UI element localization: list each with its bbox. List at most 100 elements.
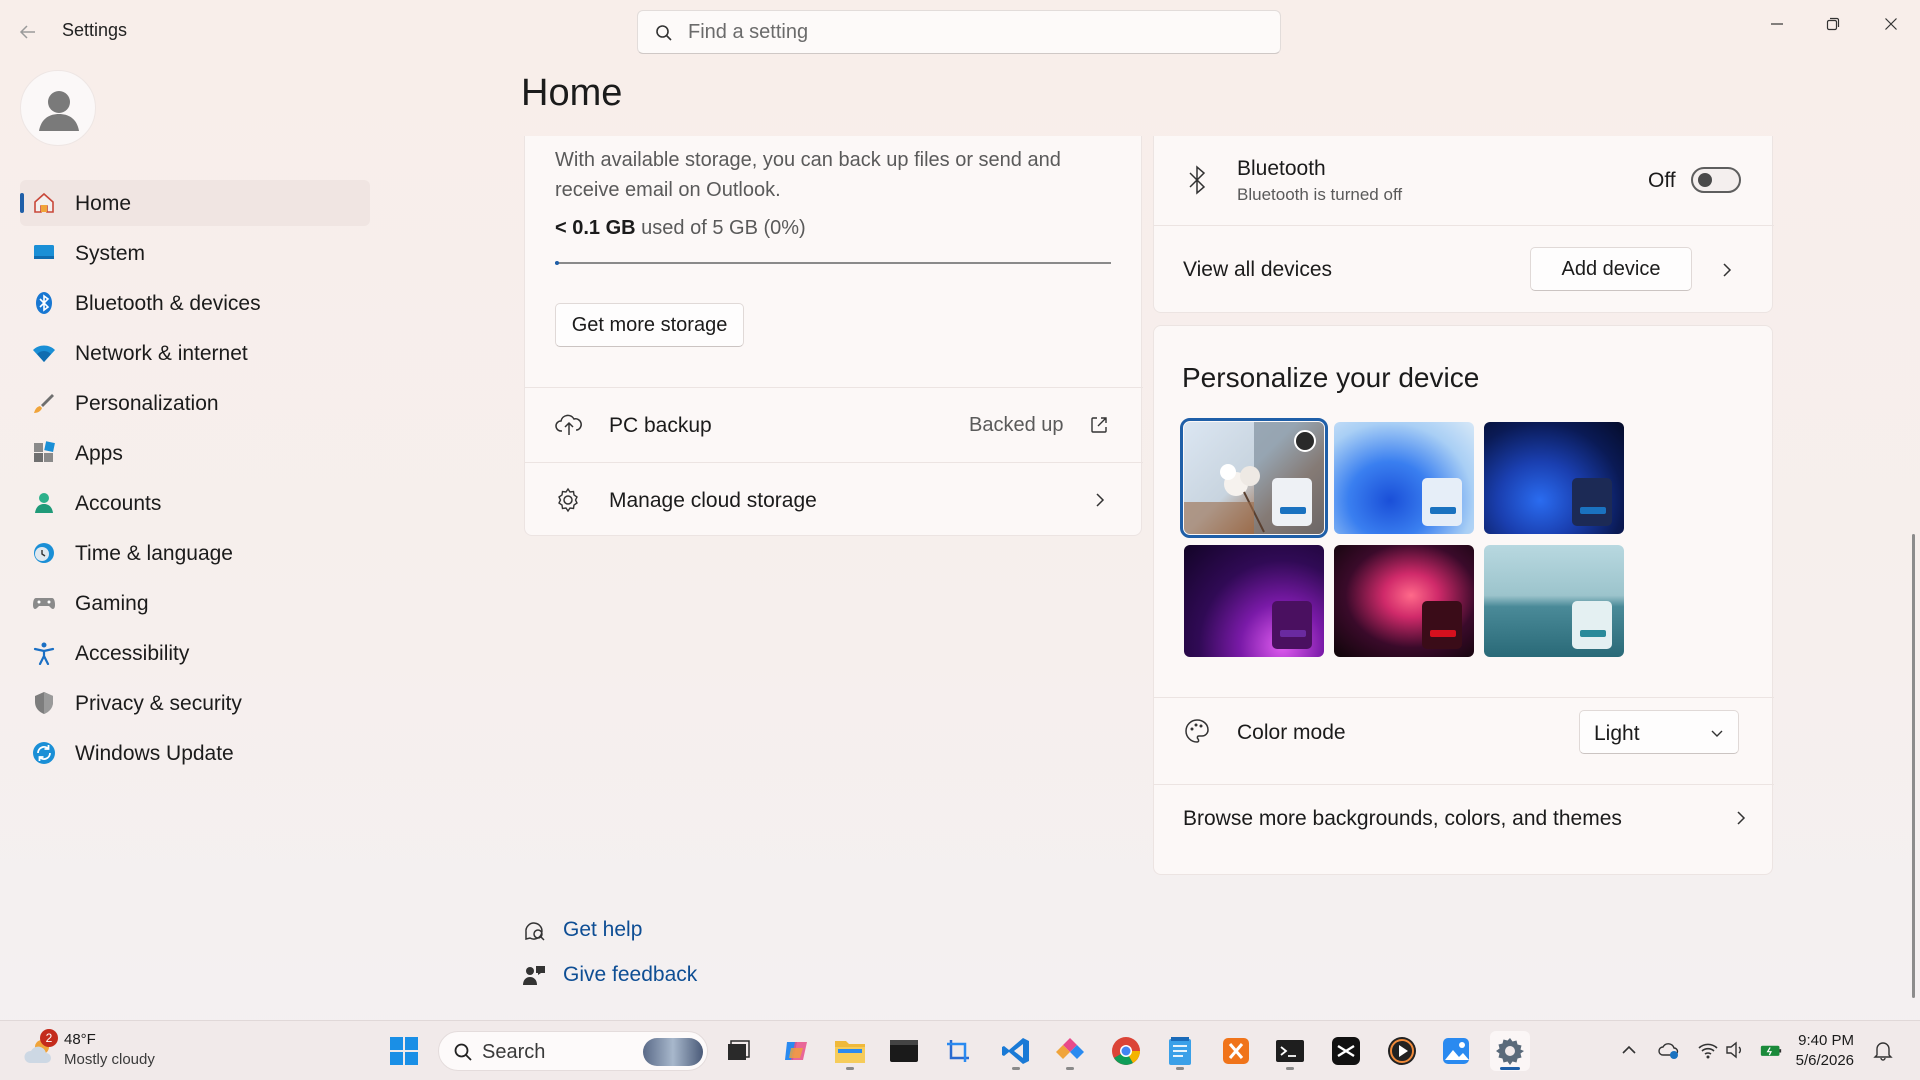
divider — [1154, 697, 1774, 698]
taskbar-media-player[interactable] — [1382, 1031, 1422, 1071]
minimize-button[interactable] — [1754, 6, 1800, 42]
bluetooth-subtitle: Bluetooth is turned off — [1237, 185, 1403, 204]
taskbar-app-diamond[interactable] — [1050, 1031, 1090, 1071]
taskbar-terminal-app[interactable] — [884, 1031, 924, 1071]
storage-progress-fill — [555, 261, 560, 265]
theme-preview-chip — [1572, 478, 1612, 526]
copilot-icon — [785, 1042, 807, 1060]
browse-themes-row[interactable]: Browse more backgrounds, colors, and the… — [1154, 785, 1774, 873]
taskbar-chrome[interactable] — [1106, 1031, 1146, 1071]
taskbar-command-prompt[interactable] — [1270, 1031, 1310, 1071]
theme-preview-chip — [1272, 601, 1312, 649]
taskbar-clock[interactable]: 9:40 PM 5/6/2026 — [1796, 1031, 1854, 1071]
color-mode-select[interactable]: Light — [1579, 710, 1739, 754]
content-scroll-area[interactable]: With available storage, you can back up … — [500, 136, 1800, 896]
vscode-icon — [1002, 1038, 1029, 1064]
get-help-link[interactable]: Get help — [563, 918, 642, 942]
theme-bloom-light[interactable] — [1334, 422, 1474, 534]
sidebar-item-label: System — [75, 242, 146, 265]
storage-progress-bar — [555, 261, 1111, 265]
snipping-icon — [947, 1040, 969, 1062]
settings-search[interactable] — [637, 10, 1281, 54]
sidebar-item-label: Personalization — [75, 392, 219, 415]
folder-icon — [835, 1041, 865, 1063]
sidebar-item-time-language[interactable]: Time & language — [20, 530, 370, 576]
get-more-storage-button[interactable]: Get more storage — [555, 303, 744, 347]
chevron-up-icon[interactable] — [1618, 1039, 1640, 1061]
theme-bloom-dark[interactable] — [1484, 422, 1624, 534]
search-input[interactable] — [688, 17, 1258, 47]
notification-bell-icon[interactable] — [1872, 1039, 1894, 1061]
manage-cloud-storage-label: Manage cloud storage — [609, 489, 817, 512]
weather-temp: 48°F — [64, 1031, 96, 1048]
restore-button[interactable] — [1810, 6, 1856, 42]
sidebar-item-personalization[interactable]: Personalization — [20, 380, 370, 426]
running-indicator — [1012, 1067, 1020, 1070]
search-icon — [454, 1043, 472, 1061]
wifi-icon — [33, 345, 55, 362]
taskbar-photos[interactable] — [1436, 1031, 1476, 1071]
sidebar-item-system[interactable]: System — [20, 230, 370, 276]
taskbar-file-explorer[interactable] — [830, 1031, 870, 1071]
sidebar-item-accounts[interactable]: Accounts — [20, 480, 370, 526]
clock-time: 9:40 PM — [1798, 1032, 1854, 1049]
theme-glow[interactable] — [1184, 545, 1324, 657]
taskbar-snipping-tool[interactable] — [940, 1031, 980, 1071]
sidebar-item-home[interactable]: Home — [20, 180, 370, 226]
sidebar-item-bluetooth[interactable]: Bluetooth & devices — [20, 280, 370, 326]
sidebar-item-label: Privacy & security — [75, 692, 242, 715]
close-button[interactable] — [1868, 6, 1914, 42]
sidebar-item-privacy[interactable]: Privacy & security — [20, 680, 370, 726]
taskbar-notepad[interactable] — [1160, 1031, 1200, 1071]
onedrive-icon[interactable] — [1658, 1039, 1680, 1061]
storage-used-suffix: used of 5 GB (0%) — [641, 217, 806, 239]
sidebar-item-label: Time & language — [75, 542, 233, 565]
running-indicator — [1286, 1067, 1294, 1070]
storage-usage: < 0.1 GB used of 5 GB (0%) — [555, 217, 806, 240]
sidebar-item-label: Network & internet — [75, 342, 248, 365]
sidebar-item-apps[interactable]: Apps — [20, 430, 370, 476]
give-feedback-link[interactable]: Give feedback — [563, 963, 697, 987]
manage-cloud-storage-row[interactable]: Manage cloud storage — [525, 463, 1143, 537]
sidebar-item-accessibility[interactable]: Accessibility — [20, 630, 370, 676]
pc-backup-label: PC backup — [609, 414, 712, 437]
pc-backup-row[interactable]: PC backup Backed up — [525, 388, 1143, 462]
taskbar-xampp[interactable] — [1216, 1031, 1256, 1071]
taskbar-settings[interactable] — [1490, 1031, 1530, 1071]
battery-charging-icon[interactable] — [1760, 1039, 1782, 1061]
start-button[interactable] — [384, 1031, 424, 1071]
view-all-devices-row[interactable]: View all devices Add device — [1154, 226, 1774, 314]
sidebar-item-windows-update[interactable]: Windows Update — [20, 730, 370, 776]
weather-widget[interactable]: 2 48°F Mostly cloudy — [22, 1029, 172, 1073]
search-icon — [656, 25, 672, 41]
sidebar-item-label: Accessibility — [75, 642, 190, 665]
back-button[interactable] — [18, 18, 44, 44]
bluetooth-toggle[interactable] — [1691, 167, 1741, 193]
taskbar-search[interactable]: Search — [438, 1031, 708, 1071]
theme-cotton[interactable] — [1180, 418, 1328, 538]
sidebar-item-label: Home — [75, 192, 132, 215]
theme-preview-chip — [1422, 601, 1462, 649]
sidebar-item-network[interactable]: Network & internet — [20, 330, 370, 376]
volume-icon[interactable] — [1724, 1039, 1746, 1061]
page-title: Home — [521, 72, 623, 114]
chevron-right-icon — [1723, 263, 1732, 277]
taskbar-capcut[interactable] — [1326, 1031, 1366, 1071]
taskbar-copilot[interactable] — [776, 1031, 816, 1071]
xampp-icon — [1223, 1038, 1249, 1064]
add-device-button[interactable]: Add device — [1530, 247, 1692, 291]
theme-sunrise-lake[interactable] — [1484, 545, 1624, 657]
taskbar-vscode[interactable] — [996, 1031, 1036, 1071]
theme-preview-chip — [1272, 478, 1312, 526]
user-avatar[interactable] — [20, 70, 96, 146]
wifi-icon[interactable] — [1697, 1039, 1719, 1061]
task-view-icon — [728, 1040, 750, 1060]
running-indicator — [1066, 1067, 1074, 1070]
gear-icon — [558, 487, 578, 513]
vertical-scrollbar[interactable] — [1912, 534, 1915, 998]
theme-flow[interactable] — [1334, 545, 1474, 657]
sidebar-item-gaming[interactable]: Gaming — [20, 580, 370, 626]
help-icon — [525, 922, 545, 941]
notepad-icon — [1169, 1037, 1191, 1065]
task-view-button[interactable] — [718, 1031, 758, 1071]
